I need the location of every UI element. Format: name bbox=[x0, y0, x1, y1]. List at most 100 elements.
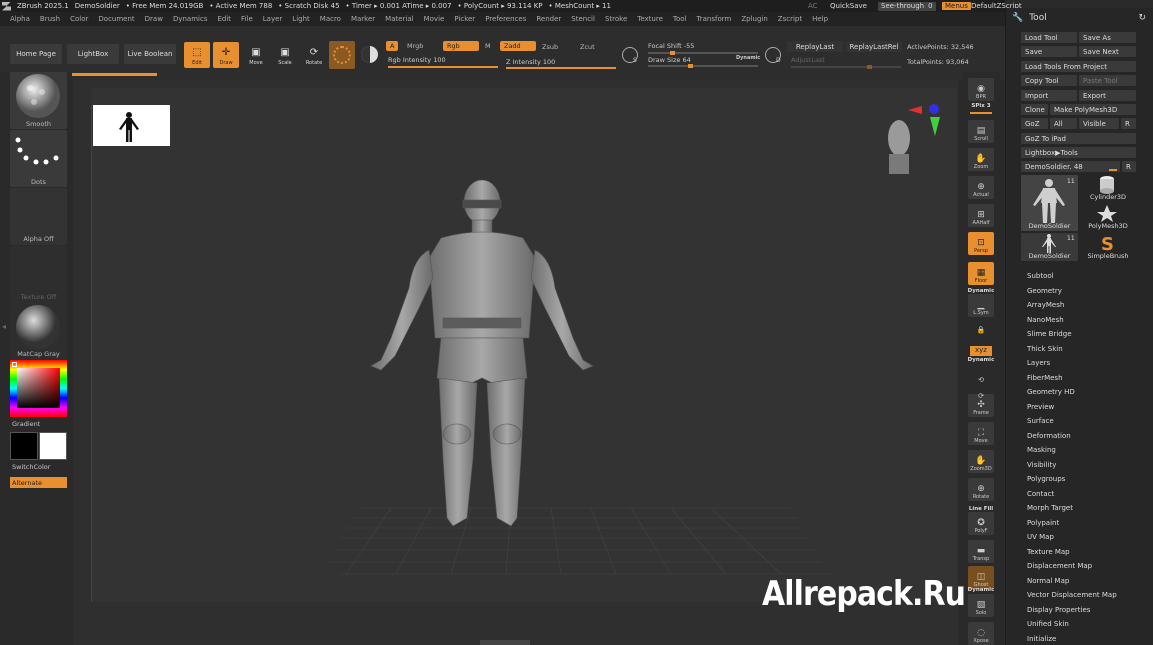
menu-document[interactable]: Document bbox=[98, 15, 134, 23]
home-page-button[interactable]: Home Page bbox=[10, 44, 62, 64]
alternate-button[interactable]: Alternate bbox=[10, 477, 67, 488]
move-mode-button[interactable]: ▣ Move bbox=[243, 42, 269, 68]
menu-zplugin[interactable]: Zplugin bbox=[741, 15, 767, 23]
menu-movie[interactable]: Movie bbox=[424, 15, 445, 23]
shelf-move-button[interactable]: ⛶ Move bbox=[968, 422, 994, 445]
tool-palette-header[interactable]: 🔧 Tool ↻ bbox=[1006, 8, 1153, 28]
current-tool-r-button[interactable]: R bbox=[1122, 161, 1136, 172]
lightbox-tools-button[interactable]: Lightbox▶Tools bbox=[1021, 147, 1136, 158]
tool-section-geometry[interactable]: Geometry bbox=[1027, 287, 1062, 295]
shelf-bpr-button[interactable]: ◉ BPR bbox=[968, 78, 994, 101]
draw-mode-button[interactable]: ✛ Draw bbox=[213, 42, 239, 68]
menu-macro[interactable]: Macro bbox=[320, 15, 341, 23]
shelf-xpose-button[interactable]: ◌ Xpose bbox=[968, 622, 994, 645]
menu-draw[interactable]: Draw bbox=[145, 15, 163, 23]
shelf-solo-button[interactable]: ▧ Solo bbox=[968, 594, 994, 617]
save-button[interactable]: Save bbox=[1021, 46, 1077, 57]
dynamic-toggle[interactable]: Dynamic bbox=[736, 55, 760, 61]
menu-zscript[interactable]: Zscript bbox=[778, 15, 802, 23]
color-toggle-button[interactable] bbox=[361, 46, 378, 63]
spix-label[interactable]: SPix 3 bbox=[962, 103, 1000, 109]
shelf-ghost-button[interactable]: ◫ Ghost bbox=[968, 566, 994, 589]
see-through-slider[interactable]: See-through 0 bbox=[878, 1, 936, 11]
rgb-intensity-slider[interactable] bbox=[388, 66, 498, 68]
load-tools-from-project-button[interactable]: Load Tools From Project bbox=[1021, 61, 1136, 72]
document-canvas[interactable] bbox=[90, 88, 957, 602]
load-tool-button[interactable]: Load Tool bbox=[1021, 32, 1077, 43]
save-as-button[interactable]: Save As bbox=[1079, 32, 1136, 43]
tool-section-displacement-map[interactable]: Displacement Map bbox=[1027, 562, 1092, 570]
scale-mode-button[interactable]: ▣ Scale bbox=[272, 42, 298, 68]
menu-stroke[interactable]: Stroke bbox=[605, 15, 627, 23]
a-toggle[interactable]: A bbox=[386, 41, 399, 51]
copy-tool-button[interactable]: Copy Tool bbox=[1021, 75, 1077, 86]
tool-section-surface[interactable]: Surface bbox=[1027, 417, 1054, 425]
menus-toggle[interactable]: Menus bbox=[942, 2, 971, 10]
menu-light[interactable]: Light bbox=[292, 15, 309, 23]
tool-thumb-simplebrush[interactable]: S SimpleBrush bbox=[1080, 233, 1136, 261]
shelf-aahalf-button[interactable]: ⊞ AAHalf bbox=[968, 204, 994, 227]
spix-slider[interactable] bbox=[970, 112, 992, 114]
tool-section-texture-map[interactable]: Texture Map bbox=[1027, 548, 1070, 556]
menu-alpha[interactable]: Alpha bbox=[10, 15, 30, 23]
material-swatch-button[interactable] bbox=[329, 41, 355, 69]
lightbox-button[interactable]: LightBox bbox=[67, 44, 119, 64]
tool-section-slime-bridge[interactable]: Slime Bridge bbox=[1027, 330, 1072, 338]
zcut-toggle[interactable]: Zcut bbox=[576, 42, 599, 52]
tool-section-deformation[interactable]: Deformation bbox=[1027, 432, 1071, 440]
menu-help[interactable]: Help bbox=[812, 15, 828, 23]
zsub-toggle[interactable]: Zsub bbox=[538, 42, 562, 52]
tool-section-polypaint[interactable]: Polypaint bbox=[1027, 519, 1059, 527]
left-tray-handle-icon[interactable]: ◂ bbox=[2, 322, 6, 342]
goz-r-button[interactable]: R bbox=[1121, 118, 1136, 129]
shelf-transp-button[interactable]: ▬ Transp bbox=[968, 540, 994, 563]
z-intensity-slider[interactable] bbox=[506, 67, 616, 69]
tool-thumb-demosoldier[interactable]: 11 DemoSoldier bbox=[1021, 175, 1078, 231]
focal-shift-slider[interactable] bbox=[648, 51, 758, 55]
menu-transform[interactable]: Transform bbox=[697, 15, 732, 23]
tool-section-display-properties[interactable]: Display Properties bbox=[1027, 606, 1090, 614]
menu-layer[interactable]: Layer bbox=[263, 15, 283, 23]
d-toggle[interactable]: D bbox=[765, 47, 781, 64]
menu-dynamics[interactable]: Dynamics bbox=[173, 15, 208, 23]
primary-color-swatch[interactable] bbox=[10, 432, 38, 460]
tool-section-nanomesh[interactable]: NanoMesh bbox=[1027, 316, 1064, 324]
xyz-toggle-icon[interactable]: xyz bbox=[970, 346, 992, 356]
edit-mode-button[interactable]: ⬚ Edit bbox=[184, 42, 210, 68]
menu-picker[interactable]: Picker bbox=[454, 15, 475, 23]
menu-preferences[interactable]: Preferences bbox=[485, 15, 526, 23]
tool-section-masking[interactable]: Masking bbox=[1027, 446, 1056, 454]
secondary-color-swatch[interactable] bbox=[39, 432, 67, 460]
goz-to-ipad-button[interactable]: GoZ To iPad bbox=[1021, 133, 1136, 144]
menu-brush[interactable]: Brush bbox=[40, 15, 60, 23]
saturation-box[interactable] bbox=[17, 368, 60, 408]
refresh-icon[interactable]: ↻ bbox=[1138, 13, 1146, 23]
tool-section-geometry-hd[interactable]: Geometry HD bbox=[1027, 388, 1075, 396]
make-polymesh3d-button[interactable]: Make PolyMesh3D bbox=[1050, 104, 1136, 115]
import-button[interactable]: Import bbox=[1021, 90, 1077, 101]
menu-file[interactable]: File bbox=[241, 15, 253, 23]
export-button[interactable]: Export bbox=[1079, 90, 1136, 101]
current-tool-slider[interactable]: DemoSoldier. 48 bbox=[1021, 161, 1120, 172]
color-picker[interactable] bbox=[10, 360, 67, 417]
menu-material[interactable]: Material bbox=[385, 15, 413, 23]
tool-section-morph-target[interactable]: Morph Target bbox=[1027, 504, 1073, 512]
shelf-l-sym-button[interactable]: ▁ L.Sym bbox=[968, 294, 994, 317]
shelf-zoom-button[interactable]: ✋ Zoom bbox=[968, 148, 994, 171]
menu-tool[interactable]: Tool bbox=[673, 15, 687, 23]
tool-section-preview[interactable]: Preview bbox=[1027, 403, 1054, 411]
tool-section-arraymesh[interactable]: ArrayMesh bbox=[1027, 301, 1064, 309]
navigator-thumbnail[interactable] bbox=[93, 105, 170, 146]
tool-thumb-demosoldier-2[interactable]: 11 DemoSoldier bbox=[1021, 233, 1078, 261]
color-handle-icon[interactable] bbox=[12, 362, 17, 367]
tool-thumb-cylinder3d[interactable]: Cylinder3D bbox=[1080, 175, 1136, 203]
tool-section-fibermesh[interactable]: FiberMesh bbox=[1027, 374, 1063, 382]
orbit-icon[interactable]: ⟲ bbox=[970, 376, 992, 386]
clone-button[interactable]: Clone bbox=[1021, 104, 1048, 115]
replay-last-button[interactable]: ReplayLast bbox=[787, 41, 843, 52]
tool-section-layers[interactable]: Layers bbox=[1027, 359, 1050, 367]
menu-stencil[interactable]: Stencil bbox=[571, 15, 595, 23]
bottom-tray-handle[interactable] bbox=[480, 640, 530, 645]
shelf-scroll-button[interactable]: ▤ Scroll bbox=[968, 120, 994, 143]
orbit2-icon[interactable]: ⟳ bbox=[970, 392, 992, 402]
